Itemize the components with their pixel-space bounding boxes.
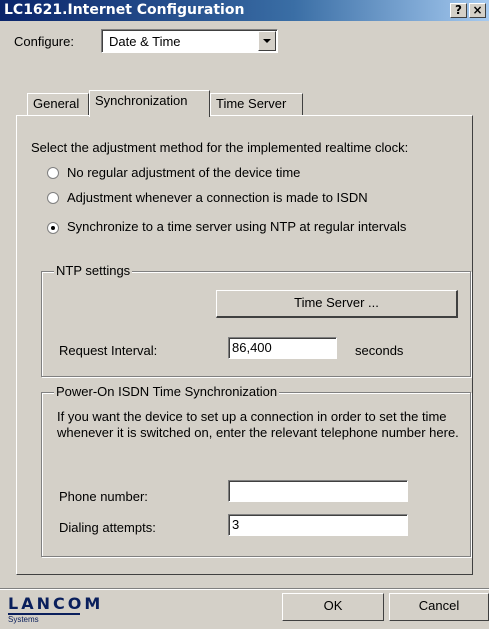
window-title: LC1621.Internet Configuration bbox=[4, 2, 245, 18]
radio-isdn-adjustment-label: Adjustment whenever a connection is made… bbox=[67, 190, 368, 205]
close-button[interactable]: × bbox=[469, 3, 486, 18]
phone-number-input[interactable] bbox=[228, 480, 408, 502]
instruction-text: Select the adjustment method for the imp… bbox=[31, 140, 409, 155]
tab-general[interactable]: General bbox=[27, 93, 89, 115]
phone-number-label: Phone number: bbox=[59, 489, 148, 504]
ntp-settings-legend: NTP settings bbox=[54, 263, 133, 278]
dialing-attempts-input[interactable]: 3 bbox=[228, 514, 408, 536]
dialing-attempts-label: Dialing attempts: bbox=[59, 520, 156, 535]
radio-ntp-sync-label: Synchronize to a time server using NTP a… bbox=[67, 219, 407, 234]
logo-subtext: Systems bbox=[8, 615, 39, 624]
power-on-isdn-legend: Power-On ISDN Time Synchronization bbox=[54, 384, 280, 399]
ntp-settings-group bbox=[41, 271, 471, 377]
cancel-button[interactable]: Cancel bbox=[389, 593, 489, 621]
radio-ntp-sync[interactable] bbox=[47, 222, 59, 234]
title-bar[interactable]: LC1621.Internet Configuration ? × bbox=[0, 0, 489, 21]
tab-time-server[interactable]: Time Server bbox=[210, 93, 303, 115]
configure-label: Configure: bbox=[14, 34, 74, 49]
request-interval-label: Request Interval: bbox=[59, 343, 158, 358]
request-interval-input[interactable]: 86,400 bbox=[228, 337, 337, 359]
configure-select[interactable]: Date & Time bbox=[101, 29, 278, 53]
config-window: LC1621.Internet Configuration ? × Config… bbox=[0, 0, 489, 629]
power-on-description: If you want the device to set up a conne… bbox=[57, 409, 459, 440]
radio-isdn-adjustment[interactable] bbox=[47, 192, 59, 204]
time-server-button[interactable]: Time Server ... bbox=[216, 290, 458, 318]
radio-no-adjustment-label: No regular adjustment of the device time bbox=[67, 165, 301, 180]
dropdown-arrow-button[interactable] bbox=[258, 31, 276, 51]
lancom-logo: LANCOM Systems bbox=[8, 594, 108, 624]
ok-button[interactable]: OK bbox=[282, 593, 384, 621]
radio-no-adjustment[interactable] bbox=[47, 167, 59, 179]
help-button[interactable]: ? bbox=[450, 3, 467, 18]
logo-text: LANCOM bbox=[8, 594, 104, 613]
interval-unit-label: seconds bbox=[355, 343, 404, 358]
footer-divider-highlight bbox=[0, 589, 489, 590]
tab-synchronization[interactable]: Synchronization bbox=[89, 90, 210, 117]
configure-value: Date & Time bbox=[109, 34, 181, 49]
chevron-down-icon bbox=[263, 39, 271, 43]
